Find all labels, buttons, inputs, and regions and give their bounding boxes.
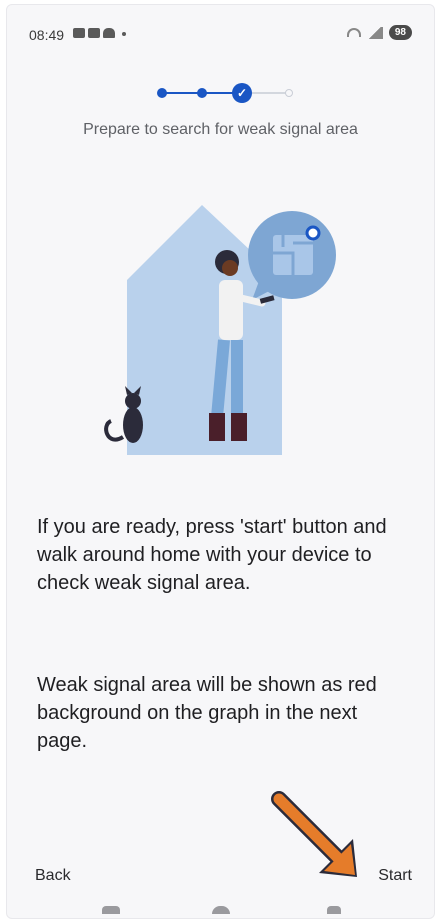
status-time: 08:49 (29, 27, 65, 43)
status-right: 98 (346, 25, 412, 40)
back-nav-icon[interactable] (327, 906, 341, 914)
start-button[interactable]: Start (378, 867, 412, 885)
app-icon (103, 28, 115, 38)
location-pin-icon (305, 225, 321, 241)
wifi-icon (346, 28, 361, 37)
phone-screen: 08:49 98 ✓ Prepare to search for weak si… (6, 4, 435, 919)
step-1-dot (157, 88, 167, 98)
step-4-dot (285, 89, 293, 97)
check-icon: ✓ (232, 83, 252, 103)
battery-indicator: 98 (388, 25, 412, 40)
more-dot-icon (122, 32, 126, 36)
step-2-dot (197, 88, 207, 98)
walking-person-illustration (104, 205, 336, 455)
arrow-annotation-icon (271, 791, 357, 877)
person-face (222, 260, 238, 276)
info-paragraph: Weak signal area will be shown as red ba… (37, 674, 377, 752)
person-shirt (219, 280, 243, 340)
progress-stepper: ✓ (157, 83, 307, 103)
notification-icons (73, 28, 126, 38)
signal-icon (366, 26, 383, 39)
system-nav-bar (7, 902, 434, 918)
back-button[interactable]: Back (35, 867, 71, 885)
home-icon[interactable] (212, 906, 230, 914)
status-bar: 08:49 98 (7, 5, 434, 57)
cat-body (123, 407, 143, 443)
recents-icon[interactable] (102, 906, 120, 914)
step-subtitle: Prepare to search for weak signal area (83, 121, 358, 138)
cat-tail (104, 419, 125, 442)
message-icon (73, 28, 85, 38)
instructions-paragraph: If you are ready, press 'start' button a… (37, 516, 387, 594)
mail-icon (88, 28, 100, 38)
